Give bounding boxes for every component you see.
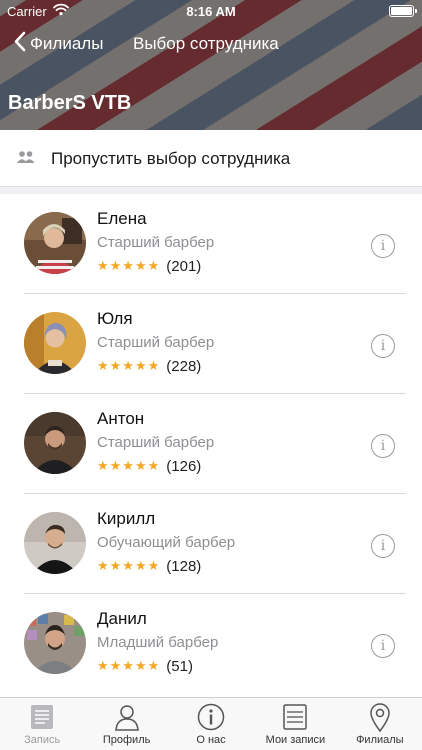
info-icon: i [380, 438, 386, 454]
page-title: Выбор сотрудника [133, 34, 279, 53]
staff-role: Младший барбер [97, 634, 219, 651]
staff-list: Елена Старший барбер ★★★★★ (201) i Юля С… [0, 194, 422, 694]
staff-rating: ★★★★★ (126) [97, 458, 201, 475]
location-pin-icon [369, 703, 391, 738]
info-icon: i [380, 538, 386, 554]
staff-row-elena[interactable]: Елена Старший барбер ★★★★★ (201) i [0, 194, 422, 294]
info-button[interactable]: i [371, 334, 395, 358]
staff-row-danil[interactable]: Данил Младший барбер ★★★★★ (51) i [0, 594, 422, 694]
nav-bar: Филиалы Выбор сотрудника [0, 28, 422, 60]
tab-label: Филиалы [356, 734, 404, 746]
rating-stars: ★★★★★ [97, 259, 161, 274]
tab-profile[interactable]: Профиль [84, 698, 168, 750]
skip-staff-selection-row[interactable]: Пропустить выбор сотрудника [0, 130, 422, 186]
staff-role: Обучающий барбер [97, 534, 236, 551]
staff-rating: ★★★★★ (228) [97, 358, 201, 375]
info-icon [197, 703, 225, 736]
status-bar: Carrier 8:16 AM [0, 0, 422, 22]
staff-rating: ★★★★★ (201) [97, 258, 201, 275]
staff-rating: ★★★★★ (51) [97, 658, 193, 675]
staff-rating: ★★★★★ (128) [97, 558, 201, 575]
tab-bar: Запись Профиль О нас Мои записи Филиалы [0, 697, 422, 750]
rating-stars: ★★★★★ [97, 659, 161, 674]
info-button[interactable]: i [371, 534, 395, 558]
rating-stars: ★★★★★ [97, 359, 161, 374]
back-label: Филиалы [30, 34, 104, 53]
avatar [24, 612, 86, 674]
tab-label: Профиль [102, 734, 151, 746]
info-button[interactable]: i [371, 634, 395, 658]
staff-name: Антон [97, 409, 145, 428]
battery-icon [389, 5, 417, 17]
people-icon [16, 149, 36, 170]
header: Carrier 8:16 AM Филиалы Выбор сотрудника… [0, 0, 422, 130]
review-count: (228) [166, 358, 202, 375]
rating-stars: ★★★★★ [97, 559, 161, 574]
rating-stars: ★★★★★ [97, 459, 161, 474]
staff-row-yulia[interactable]: Юля Старший барбер ★★★★★ (228) i [0, 294, 422, 394]
chevron-left-icon [14, 31, 26, 57]
staff-role: Старший барбер [97, 334, 215, 351]
tab-label: О нас [196, 734, 226, 746]
staff-role: Старший барбер [97, 434, 215, 451]
info-button[interactable]: i [371, 234, 395, 258]
staff-name: Юля [97, 309, 133, 328]
staff-row-anton[interactable]: Антон Старший барбер ★★★★★ (126) i [0, 394, 422, 494]
section-separator [0, 186, 422, 194]
review-count: (126) [166, 458, 202, 475]
avatar [24, 412, 86, 474]
tab-my-bookings[interactable]: Мои записи [253, 698, 337, 750]
booking-icon [29, 703, 55, 736]
info-icon: i [380, 338, 386, 354]
avatar [24, 312, 86, 374]
staff-row-kirill[interactable]: Кирилл Обучающий барбер ★★★★★ (128) i [0, 494, 422, 594]
staff-name: Данил [97, 609, 147, 628]
staff-role: Старший барбер [97, 234, 215, 251]
tab-booking[interactable]: Запись [0, 698, 84, 750]
skip-label: Пропустить выбор сотрудника [51, 149, 291, 168]
brand-name: BarberS VTB [8, 92, 132, 114]
list-icon [282, 703, 308, 736]
staff-name: Елена [97, 209, 147, 228]
info-icon: i [380, 238, 386, 254]
tab-about[interactable]: О нас [169, 698, 253, 750]
back-button[interactable]: Филиалы [14, 28, 103, 60]
status-time: 8:16 AM [186, 4, 236, 19]
avatar [24, 512, 86, 574]
review-count: (201) [166, 258, 202, 275]
review-count: (51) [166, 658, 193, 675]
staff-name: Кирилл [97, 509, 156, 528]
avatar [24, 212, 86, 274]
tab-label: Запись [24, 734, 61, 746]
tab-label: Мои записи [265, 734, 326, 746]
review-count: (128) [166, 558, 202, 575]
tab-branches[interactable]: Филиалы [338, 698, 422, 750]
info-icon: i [380, 638, 386, 654]
info-button[interactable]: i [371, 434, 395, 458]
profile-icon [114, 703, 140, 736]
